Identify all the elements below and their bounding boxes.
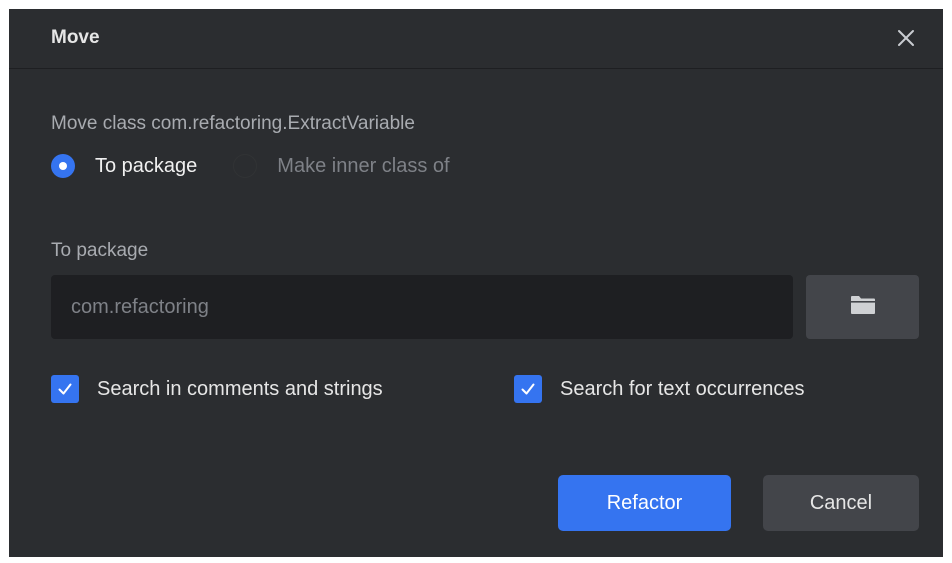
- browse-package-button[interactable]: [806, 275, 919, 339]
- move-dialog: Move Move class com.refactoring.ExtractV…: [9, 9, 943, 557]
- search-comments-checkbox[interactable]: Search in comments and strings: [51, 375, 383, 403]
- make-inner-class-radio[interactable]: Make inner class of: [233, 154, 450, 178]
- folder-icon: [850, 295, 876, 320]
- checkbox-checked-icon: [514, 375, 542, 403]
- radio-unselected-icon: [233, 154, 258, 178]
- search-text-checkbox[interactable]: Search for text occurrences: [514, 375, 805, 403]
- search-comments-label: Search in comments and strings: [97, 377, 383, 400]
- to-package-field-label: To package: [51, 240, 149, 261]
- to-package-radio-label: To package: [95, 154, 198, 177]
- to-package-radio[interactable]: To package: [51, 154, 197, 178]
- package-input[interactable]: [51, 275, 793, 339]
- move-target-radio-group: To package Make inner class of: [51, 151, 450, 181]
- cancel-button[interactable]: Cancel: [763, 475, 919, 531]
- checkbox-checked-icon: [51, 375, 79, 403]
- search-text-label: Search for text occurrences: [560, 377, 805, 400]
- move-description: Move class com.refactoring.ExtractVariab…: [51, 113, 415, 134]
- close-icon[interactable]: [895, 27, 917, 49]
- radio-selected-icon: [51, 154, 75, 178]
- dialog-titlebar: Move: [9, 9, 943, 69]
- make-inner-class-radio-label: Make inner class of: [277, 154, 450, 177]
- dialog-title: Move: [51, 27, 100, 48]
- refactor-button[interactable]: Refactor: [558, 475, 731, 531]
